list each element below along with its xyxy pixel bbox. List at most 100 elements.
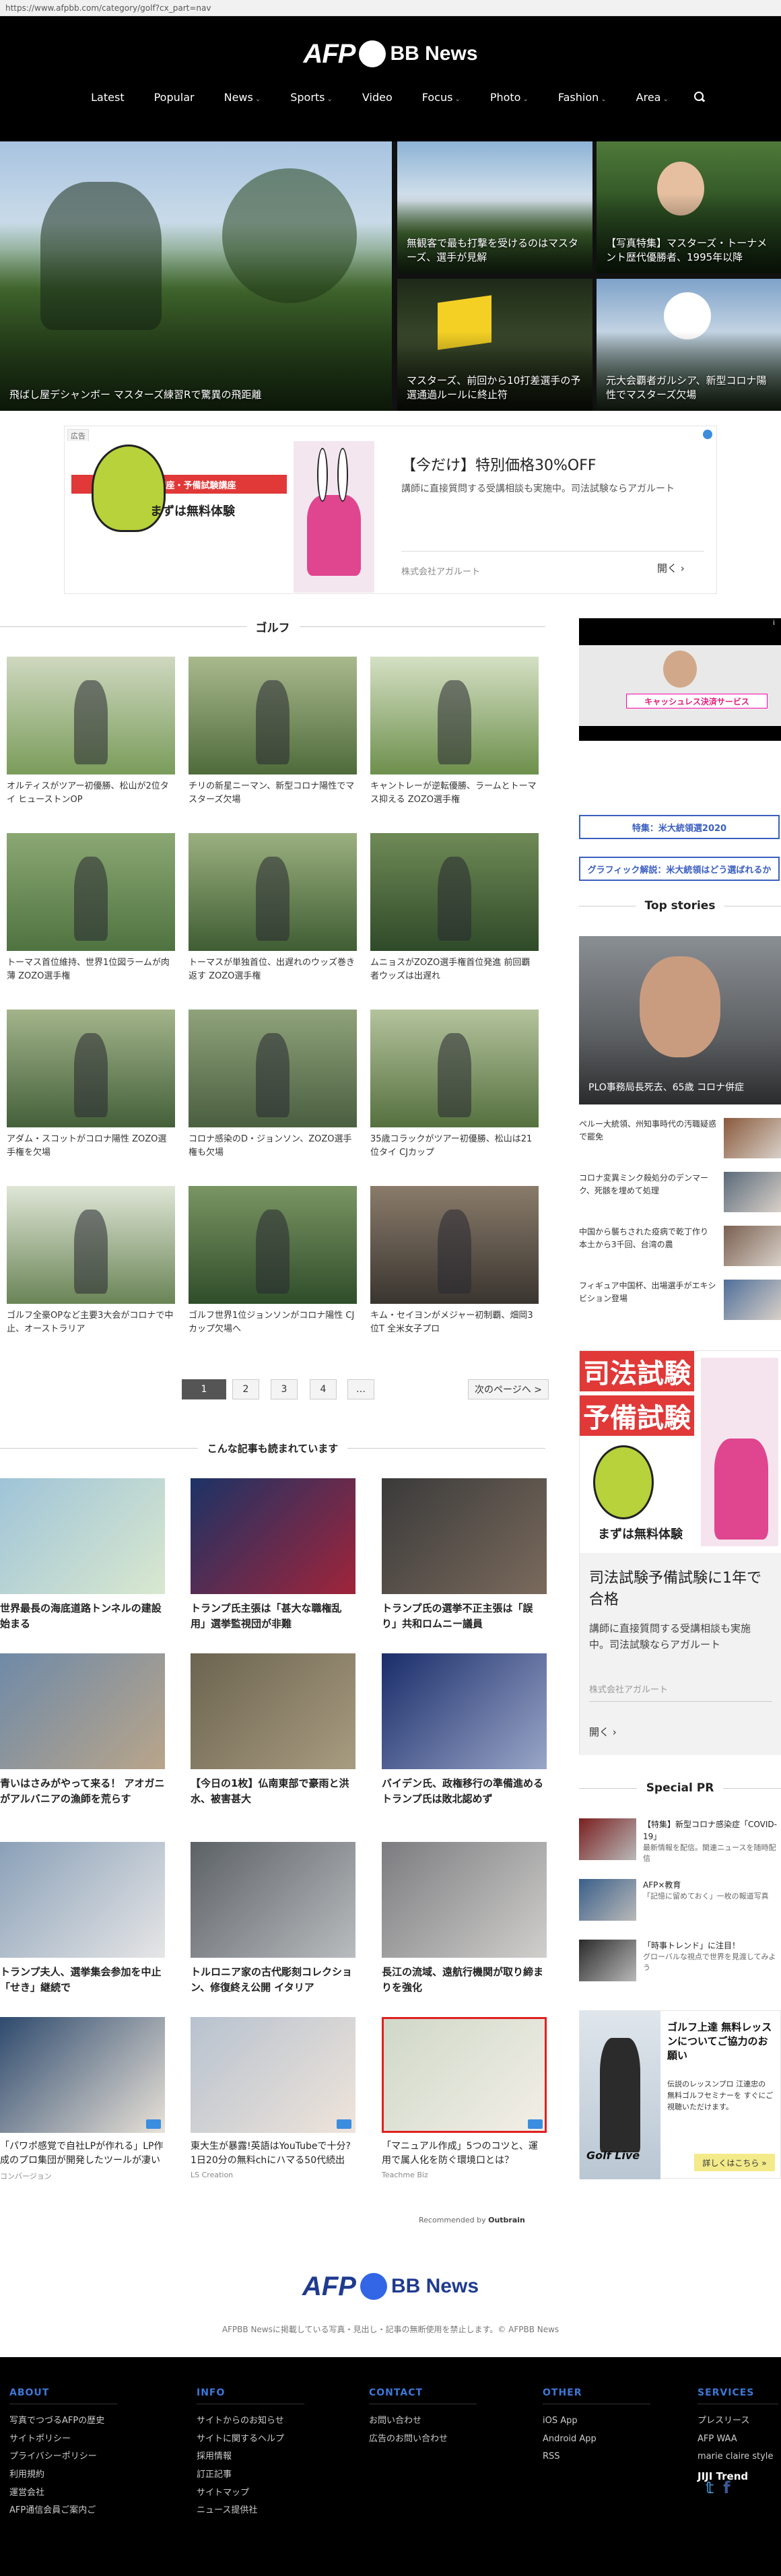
footer-link[interactable]: 写真でつづるAFPの歴史: [9, 2412, 117, 2431]
golf-article-card[interactable]: コロナ感染のD・ジョンソン、ZOZO選手権も欠場: [189, 1010, 357, 1159]
search-icon[interactable]: [693, 91, 705, 103]
related-article-card[interactable]: トランプ氏主張は「甚大な職権乱用」選挙監視団が非難: [191, 1478, 355, 1631]
special-pr-item[interactable]: AFP×教育 「記憶に留めておく」一枚の報道写真: [579, 1879, 781, 1927]
golf-article-card[interactable]: アダム・スコットがコロナ陽性 ZOZO選手権を欠場: [7, 1010, 175, 1159]
hero-main-story[interactable]: 飛ばし屋デシャンボー マスターズ練習Rで驚異の飛距離: [0, 141, 392, 411]
page-button-2[interactable]: 2: [232, 1379, 259, 1399]
related-article-card[interactable]: 【今日の1枚】仏南東部で豪雨と洪水、被害甚大: [191, 1653, 355, 1806]
golf-article-card[interactable]: トーマスが単独首位、出遅れのウッズ巻き返す ZOZO選手権: [189, 833, 357, 983]
golf-article-card[interactable]: ゴルフ全豪OPなど主要3大会がコロナで中止、オーストラリア: [7, 1186, 175, 1335]
top-story-title: 中国から襲ちされた疫病で乾丁作り 本土から3千回、台湾の農: [579, 1227, 709, 1250]
related-article-card[interactable]: 青いはさみがやって来る！ アオガニがアルバニアの漁師を荒らす: [0, 1653, 165, 1806]
footer-link[interactable]: ニュース提供社: [197, 2502, 304, 2520]
related-article-card[interactable]: トランプ夫人、選挙集会参加を中止「せき」継続で: [0, 1842, 165, 1995]
nav-item-label: Popular: [154, 90, 195, 104]
browser-url-bar[interactable]: https://www.afpbb.com/category/golf?cx_p…: [0, 0, 781, 16]
sponsored-card[interactable]: 「マニュアル作成」5つのコツと、運用で属人化を防ぐ環境口とは？ Teachme B…: [382, 2017, 547, 2179]
footer-link[interactable]: サイトからのお知らせ: [197, 2412, 304, 2431]
top-story-item[interactable]: 中国から襲ちされた疫病で乾丁作り 本土から3千回、台湾の農: [579, 1226, 781, 1273]
facebook-icon[interactable]: f: [723, 2478, 730, 2497]
golf-article-card[interactable]: キム・セイヨンがメジャー初制覇、畑岡3位T 全米女子プロ: [370, 1186, 539, 1335]
hero-story-4[interactable]: 元大会覇者ガルシア、新型コロナ陽性でマスターズ欠場: [597, 279, 781, 411]
hero-story-1[interactable]: 無観客で最も打撃を受けるのはマスターズ、選手が見解: [397, 141, 592, 273]
golf-article-card[interactable]: ゴルフ世界1位ジョンソンがコロナ陽性 CJカップ欠場へ: [189, 1186, 357, 1335]
golf-ad-cta[interactable]: 詳しくはこちら »: [694, 2154, 775, 2171]
ad-image[interactable]: 司法試験講座・予備試験講座 まずは無料体験: [65, 441, 386, 593]
related-article-card[interactable]: 世界最長の海底道路トンネルの建設始まる: [0, 1478, 165, 1631]
footer-link[interactable]: プライバシーポリシー: [9, 2448, 117, 2466]
page-button-1[interactable]: 1: [182, 1379, 226, 1399]
nav-item-fashion[interactable]: Fashion ⌄: [543, 91, 621, 104]
footer-link[interactable]: 運営会社: [9, 2484, 117, 2503]
footer-link[interactable]: iOS App: [543, 2412, 650, 2431]
footer-link[interactable]: 利用規約: [9, 2466, 117, 2484]
article-title: トーマス首位維持、世界1位図ラームが肉薄 ZOZO選手権: [7, 958, 170, 981]
footer-link[interactable]: サイトに関するヘルプ: [197, 2431, 304, 2449]
golf-article-card[interactable]: ムニョスがZOZO選手権首位発進 前回覇者ウッズは出遅れ: [370, 833, 539, 983]
footer-link[interactable]: marie claire style: [698, 2448, 778, 2466]
page-button-3[interactable]: 3: [271, 1379, 298, 1399]
footer-link[interactable]: 広告のお問い合わせ: [369, 2431, 477, 2449]
chevron-down-icon: ⌄: [663, 95, 669, 103]
footer-link[interactable]: 訂正記事: [197, 2466, 304, 2484]
nav-item-news[interactable]: News ⌄: [209, 91, 276, 104]
golf-article-card[interactable]: キャントレーが逆転優勝、ラームとトーマス抑える ZOZO選手権: [370, 657, 539, 806]
bottom-logo[interactable]: AFP BB News: [290, 2270, 491, 2303]
footer-link[interactable]: サイトポリシー: [9, 2431, 117, 2449]
related-article-card[interactable]: トランプ氏の選挙不正主張は「誤り」共和ロムニー議員: [382, 1478, 547, 1631]
hero-story-2[interactable]: 【写真特集】マスターズ・トーナメント歴代優勝者、1995年以降: [597, 141, 781, 273]
footer-link[interactable]: AFP通信会員ご案内ご: [9, 2502, 117, 2520]
golf-article-card[interactable]: トーマス首位維持、世界1位図ラームが肉薄 ZOZO選手権: [7, 833, 175, 983]
related-article-card[interactable]: トルロニア家の古代彫刻コレクション、修復終え公開 イタリア: [191, 1842, 355, 1995]
sidebar-link-graphic[interactable]: グラフィック解説：米大統領はどう選ばれるか: [579, 857, 780, 881]
footer-link[interactable]: Android App: [543, 2431, 650, 2449]
nav-item-popular[interactable]: Popular: [139, 91, 209, 104]
sidebar-golf-ad[interactable]: ゴルフ上達 無料レッスンについてご協力のお願い 伝説のレッスンプロ 江連忠の 無…: [579, 2010, 781, 2179]
twitter-icon[interactable]: 𝕥: [706, 2478, 714, 2497]
article-title: アダム・スコットがコロナ陽性 ZOZO選手権を欠場: [7, 1134, 167, 1158]
footer-link[interactable]: AFP WAA: [698, 2431, 778, 2449]
nav-item-photo[interactable]: Photo ⌄: [475, 91, 543, 104]
page-button-4[interactable]: 4: [310, 1379, 337, 1399]
golf-article-card[interactable]: 35歳コラックがツアー初優勝、松山は21位タイ CJカップ: [370, 1010, 539, 1159]
golf-article-card[interactable]: チリの新星ニーマン、新型コロナ陽性でマスターズ欠場: [189, 657, 357, 806]
sidebar-ad[interactable]: 司法試験 予備試験 まずは無料体験 司法試験予備試験に1年で合格 講師に直接質問…: [579, 1350, 781, 1755]
nav-item-latest[interactable]: Latest: [76, 91, 139, 104]
nav-item-sports[interactable]: Sports ⌄: [275, 91, 347, 104]
outbrain-credit[interactable]: Recommended by Outbrain: [419, 2216, 525, 2224]
special-pr-item[interactable]: 「時事トレンド」に注目！ グローバルな視点で世界を見渡してみよう: [579, 1940, 781, 1988]
ad-choices-icon[interactable]: [703, 430, 712, 439]
footer-link[interactable]: RSS: [543, 2448, 650, 2466]
site-logo[interactable]: AFP BB News: [303, 37, 478, 71]
footer-link[interactable]: サイトマップ: [197, 2484, 304, 2503]
top-story-item[interactable]: フィギュア中国杯、出場選手がエキシビション登場: [579, 1280, 781, 1327]
related-article-card[interactable]: バイデン氏、政権移行の準備進める トランプ氏は敗北認めず: [382, 1653, 547, 1806]
related-article-card[interactable]: 長江の流域、遠航行機関が取り締まりを強化: [382, 1842, 547, 1995]
ad-banner[interactable]: 広告 司法試験講座・予備試験講座 まずは無料体験 【今だけ】特別価格30%OFF…: [64, 426, 717, 594]
top-story-item[interactable]: ペルー大統領、州知事時代の汚職疑惑で罷免: [579, 1118, 781, 1165]
special-pr-item[interactable]: 【特集】新型コロナ感染症「COVID-19」 最新情報を配信。関連ニュースを随時配…: [579, 1818, 781, 1867]
hero-story-3[interactable]: マスターズ、前回から10打差選手の予選通過ルールに終止符: [397, 279, 592, 411]
ad-headline[interactable]: 【今だけ】特別価格30%OFF: [401, 453, 704, 475]
sponsored-card[interactable]: 東大生が暴露!英語はYouTubeで十分?1日20分の無料chにハマる50代続出…: [191, 2017, 355, 2179]
footer-link[interactable]: プレスリース: [698, 2412, 778, 2431]
sponsored-card[interactable]: 「パワポ感覚で自社LPが作れる」LP作成のプロ集団が開発したツールが凄い コンバー…: [0, 2017, 165, 2181]
sidebar-video-ad[interactable]: キャッシュレス決済サービス i: [579, 618, 781, 741]
divider-right: [347, 1448, 545, 1449]
top-story-main[interactable]: PLO事務局長死去、65歳 コロナ併症: [579, 936, 781, 1104]
next-page-button[interactable]: 次のページへ >: [468, 1379, 549, 1399]
top-story-item[interactable]: コロナ変異ミンク殺処分のデンマーク、死骸を埋めて処理: [579, 1172, 781, 1219]
info-icon[interactable]: i: [773, 620, 778, 629]
nav-item-area[interactable]: Area ⌄: [621, 91, 683, 104]
footer-link[interactable]: お問い合わせ: [369, 2412, 477, 2431]
article-title: トランプ氏の選挙不正主張は「誤り」共和ロムニー議員: [382, 1602, 533, 1630]
footer-link[interactable]: 採用情報: [197, 2448, 304, 2466]
ad-open-button[interactable]: 開く ›: [657, 561, 685, 575]
golf-article-card[interactable]: オルティスがツアー初優勝、松山が2位タイ ヒューストンOP: [7, 657, 175, 806]
page-button-5[interactable]: …: [347, 1379, 374, 1399]
nav-item-video[interactable]: Video: [347, 91, 407, 104]
sidebar-ad-open-button[interactable]: 開く ›: [589, 1725, 617, 1739]
sidebar-link-election[interactable]: 特集：米大統領選2020: [579, 815, 780, 839]
article-thumbnail: [370, 1010, 539, 1127]
nav-item-focus[interactable]: Focus ⌄: [407, 91, 475, 104]
